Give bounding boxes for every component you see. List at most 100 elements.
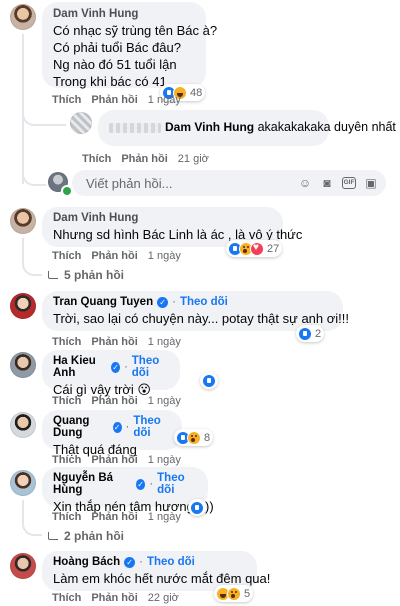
author-name[interactable]: Ha Kieu Anh [53, 355, 107, 379]
comment-actions: Thích Phản hồi 1 ngày [52, 454, 181, 466]
verified-badge-icon: ✓ [135, 478, 146, 490]
comment-text-line: Có nhạc sỹ trùng tên Bác à? [53, 23, 218, 38]
sad-reaction-icon [187, 430, 201, 445]
reaction-summary[interactable]: 8 [174, 429, 214, 446]
reply-button[interactable]: Phản hồi [91, 395, 137, 407]
verified-badge-icon: ✓ [124, 556, 136, 568]
reply-arrow-icon [48, 271, 58, 279]
comment-bubble: Quang Dung ✓ · Theo dõi Thật quá đáng [42, 410, 182, 457]
avatar[interactable] [10, 208, 36, 234]
gif-icon[interactable]: GIF [342, 177, 356, 189]
reply-input[interactable] [84, 174, 290, 192]
follow-button[interactable]: Theo dõi [157, 472, 198, 496]
thread-branch [22, 108, 66, 126]
reply-button[interactable]: Phản hồi [91, 336, 137, 348]
author-name[interactable]: Nguyễn Bá Hùng [53, 472, 132, 496]
like-button[interactable]: Thích [52, 395, 81, 407]
reply-button[interactable]: Phản hồi [91, 592, 137, 604]
comment-bubble: Nguyễn Bá Hùng ✓ · Theo dõi Xin thắp nén… [42, 467, 214, 514]
comment-actions: Thích Phản hồi 1 ngày [52, 395, 181, 407]
like-reaction-icon [190, 500, 204, 515]
sad-reaction-icon [227, 586, 241, 601]
reaction-summary[interactable] [200, 372, 218, 389]
like-button[interactable]: Thích [52, 336, 81, 348]
comment-text: Trời, sao lại có chuyện này... potay thậ… [53, 311, 350, 326]
comment-time[interactable]: 1 ngày [148, 250, 181, 262]
follow-button[interactable]: Theo dõi [132, 355, 170, 379]
online-status-indicator [61, 185, 73, 197]
reply-button[interactable]: Phản hồi [91, 94, 137, 106]
comment-time[interactable]: 21 giờ [178, 153, 209, 165]
avatar[interactable] [10, 470, 36, 496]
comment-text: Làm em khóc hết nước mắt đêm qua! [53, 571, 271, 586]
like-button[interactable]: Thích [52, 454, 81, 466]
thread-branch [22, 258, 42, 276]
like-button[interactable]: Thích [82, 153, 111, 165]
reply-arrow-icon [48, 532, 58, 540]
love-reaction-icon [250, 241, 264, 256]
comment-time[interactable]: 22 giờ [148, 592, 179, 604]
comment-text-line: Ng nào đó 51 tuổi lận [53, 57, 177, 72]
comment-actions: Thích Phản hồi 1 ngày [52, 511, 181, 523]
comment-time[interactable]: 1 ngày [148, 511, 181, 523]
avatar[interactable] [10, 4, 36, 30]
follow-button[interactable]: Theo dõi [133, 415, 172, 439]
verified-badge-icon: ✓ [112, 421, 122, 433]
avatar[interactable] [10, 553, 36, 579]
comment-bubble: Dam Vinh Hung Có nhạc sỹ trùng tên Bác à… [42, 2, 218, 89]
comment-actions: Thích Phản hồi 22 giờ [52, 592, 179, 604]
follow-button[interactable]: Theo dõi [147, 556, 195, 568]
comment-bubble: Tran Quang Tuyen ✓ · Theo dõi Trời, sao … [42, 291, 350, 331]
blurred-name [109, 122, 161, 133]
comment-time[interactable]: 1 ngày [148, 336, 181, 348]
author-name[interactable]: Quang Dung [53, 415, 109, 439]
thread-branch [22, 518, 42, 536]
comment-author: Quang Dung ✓ · Theo dõi [53, 415, 172, 439]
comment-author: Hoàng Bách ✓ · Theo dõi [53, 556, 195, 568]
reaction-summary[interactable]: 27 [226, 240, 283, 257]
sticker-icon[interactable]: ▣ [364, 176, 378, 190]
like-button[interactable]: Thích [52, 250, 81, 262]
avatar[interactable] [10, 412, 36, 438]
emoji-icon[interactable]: ☺ [298, 176, 312, 190]
author-name[interactable]: Hoàng Bách [53, 556, 120, 568]
comment-time[interactable]: 1 ngày [148, 94, 181, 106]
reply-button[interactable]: Phản hồi [91, 250, 137, 262]
comment-actions: Thích Phản hồi 21 giờ [82, 153, 209, 165]
verified-badge-icon: ✓ [157, 296, 169, 308]
comment-actions: Thích Phản hồi 1 ngày [52, 336, 181, 348]
follow-button[interactable]: Theo dõi [180, 296, 228, 308]
author-name[interactable]: Tran Quang Tuyen [53, 296, 153, 308]
comment-actions: Thích Phản hồi 1 ngày [52, 94, 181, 106]
avatar[interactable] [10, 293, 36, 319]
like-button[interactable]: Thích [52, 94, 81, 106]
camera-icon[interactable]: ◙ [320, 176, 334, 190]
comment-time[interactable]: 1 ngày [148, 395, 181, 407]
comment-bubble: Ha Kieu Anh ✓ · Theo dõi Cái gì vậy trời… [42, 350, 180, 397]
like-button[interactable]: Thích [52, 511, 81, 523]
reply-button[interactable]: Phản hồi [121, 153, 167, 165]
comment-author[interactable]: Dam Vinh Hung [53, 212, 273, 224]
reply-composer: ☺ ◙ GIF ▣ [72, 170, 386, 196]
comment-author[interactable]: Dam Vinh Hung [53, 8, 196, 20]
view-replies-link[interactable]: 2 phản hồi [48, 529, 124, 543]
reaction-summary[interactable] [188, 499, 206, 516]
comment-author: Ha Kieu Anh ✓ · Theo dõi [53, 355, 170, 379]
like-reaction-icon [298, 326, 312, 341]
comment-author[interactable]: Dam Vinh Hung [165, 120, 254, 134]
reaction-summary[interactable]: 2 [296, 325, 325, 342]
comment-bubble: Dam Vinh Hung akakakakaka duyên nhất [98, 110, 396, 146]
reaction-summary[interactable]: 5 [214, 585, 254, 602]
avatar[interactable] [70, 112, 92, 134]
comment-text-line: Có phải tuổi Bác đâu? [53, 40, 181, 55]
comment-author: Tran Quang Tuyen ✓ · Theo dõi [53, 296, 228, 308]
like-button[interactable]: Thích [52, 592, 81, 604]
comment-time[interactable]: 1 ngày [148, 454, 181, 466]
verified-badge-icon: ✓ [111, 361, 120, 373]
avatar[interactable] [10, 352, 36, 378]
reply-button[interactable]: Phản hồi [91, 511, 137, 523]
reply-button[interactable]: Phản hồi [91, 454, 137, 466]
comment-actions: Thích Phản hồi 1 ngày [52, 250, 181, 262]
comment-author: Nguyễn Bá Hùng ✓ · Theo dõi [53, 472, 198, 496]
view-replies-link[interactable]: 5 phản hồi [48, 268, 124, 282]
